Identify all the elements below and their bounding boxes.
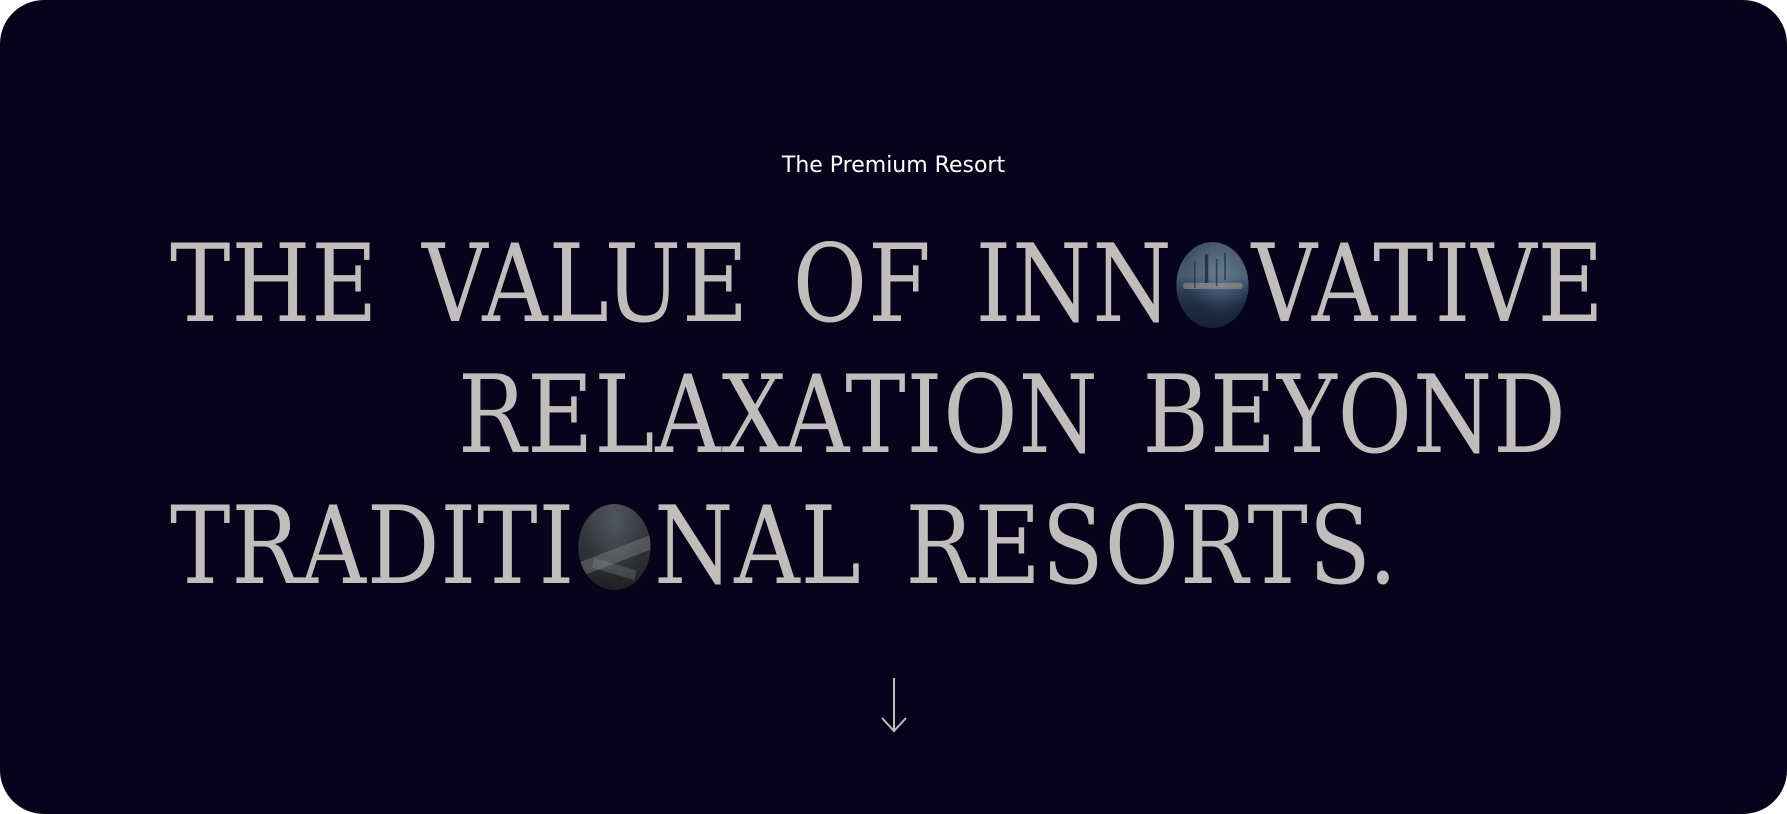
- headline-word: THE: [170, 222, 379, 347]
- headline-word-part: VATIVE: [1251, 222, 1605, 347]
- headline-word: VALUE: [422, 222, 750, 347]
- road-photo-letter-o: [578, 504, 651, 590]
- headline-word: OF: [792, 222, 932, 347]
- arrow-down-icon[interactable]: [876, 676, 912, 734]
- pool-photo-letter-o: [1175, 242, 1249, 328]
- headline-word: BEYOND: [1142, 353, 1567, 478]
- headline-word-part: NAL: [654, 484, 862, 609]
- headline-word-part: TRADITI: [170, 484, 576, 609]
- hero-section: The Premium Resort THE VALUE OF INN VATI…: [0, 0, 1787, 814]
- headline-word: RELAXATION: [458, 353, 1099, 478]
- headline-line-2: RELAXATION BEYOND: [458, 361, 1567, 471]
- headline-word: RESORTS.: [905, 484, 1399, 609]
- headline-line-3: TRADITI NAL RESORTS.: [170, 492, 1398, 602]
- headline-line-1: THE VALUE OF INN VATIVE: [170, 230, 1605, 340]
- eyebrow-label: The Premium Resort: [781, 153, 1006, 178]
- headline-word-part: INN: [975, 222, 1173, 347]
